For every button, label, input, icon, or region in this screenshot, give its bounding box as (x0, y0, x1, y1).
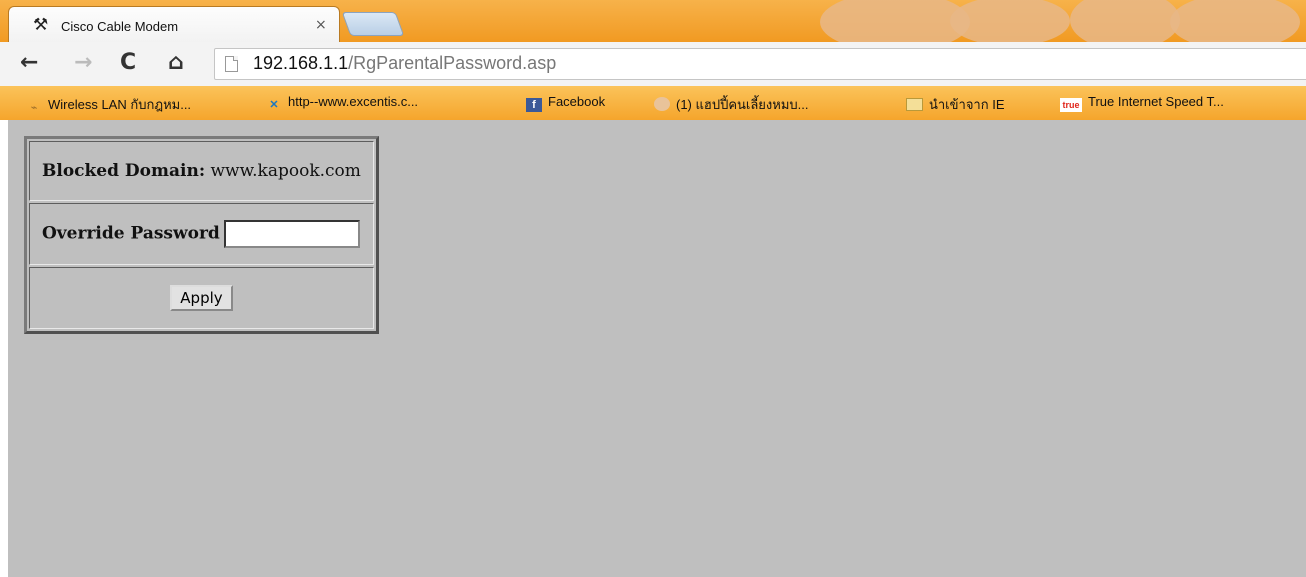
table-row: Blocked Domain: www.kapook.com (29, 141, 374, 201)
page-content: Blocked Domain: www.kapook.com Override … (8, 120, 1306, 577)
bookmark-label: Wireless LAN กับกฎหม... (48, 97, 192, 112)
table-row: Override Password (29, 203, 374, 265)
override-password-cell: Override Password (29, 203, 374, 265)
blocked-domain-label: Blocked Domain: (42, 161, 206, 181)
theme-decoration (1070, 0, 1180, 42)
apply-button[interactable]: Apply (170, 285, 233, 311)
blocked-domain-cell: Blocked Domain: www.kapook.com (29, 141, 374, 201)
override-form: Blocked Domain: www.kapook.com Override … (24, 136, 379, 334)
bookmark-label: Facebook (548, 94, 606, 109)
address-bar[interactable]: 192.168.1.1/RgParentalPassword.asp (214, 48, 1306, 80)
bookmark-label: True Internet Speed T... (1088, 94, 1224, 109)
forward-button[interactable]: → (74, 50, 92, 76)
apply-cell: Apply (29, 267, 374, 329)
override-password-label: Override Password (42, 223, 220, 244)
tab-strip: ⚒ Cisco Cable Modem × (0, 0, 1306, 42)
close-tab-icon[interactable]: × (315, 17, 327, 33)
facebook-icon: f (526, 98, 542, 112)
game-icon (654, 97, 670, 111)
true-icon: true (1060, 98, 1082, 112)
reload-button[interactable]: C (120, 50, 136, 76)
bookmark-item[interactable]: ✕ http--www.excentis.c... (266, 94, 418, 112)
browser-tab-active[interactable]: ⚒ Cisco Cable Modem × (8, 6, 340, 42)
bookmark-item[interactable]: (1) แฮปปี้คนเลี้ยงหมบ... (654, 94, 809, 115)
home-button[interactable]: ⌂ (168, 50, 184, 76)
excentis-icon: ✕ (269, 99, 279, 111)
browser-toolbar: ← → C ⌂ 192.168.1.1/RgParentalPassword.a… (0, 42, 1306, 87)
back-button[interactable]: ← (20, 50, 38, 76)
override-password-input[interactable] (223, 220, 360, 248)
page-icon (225, 56, 238, 72)
bookmark-item[interactable]: f Facebook (526, 94, 605, 112)
bookmark-label: นำเข้าจาก IE (929, 97, 1005, 112)
tools-icon: ⚒ (33, 15, 49, 35)
url-path: /RgParentalPassword.asp (348, 53, 557, 73)
bookmarks-bar: ⌁ Wireless LAN กับกฎหม... ✕ http--www.exce… (0, 86, 1306, 120)
blocked-domain-value: www.kapook.com (210, 161, 361, 181)
bookmark-label: (1) แฮปปี้คนเลี้ยงหมบ... (676, 97, 809, 112)
table-row: Apply (29, 267, 374, 329)
folder-icon (906, 98, 923, 111)
bookmark-item[interactable]: นำเข้าจาก IE (906, 94, 1005, 115)
url-host: 192.168.1.1 (253, 53, 349, 73)
tab-title: Cisco Cable Modem (61, 19, 179, 34)
new-tab-button[interactable] (341, 12, 405, 36)
theme-decoration (950, 0, 1070, 42)
bookmark-item[interactable]: true True Internet Speed T... (1060, 94, 1224, 112)
bookmark-label: http--www.excentis.c... (288, 94, 419, 109)
wireless-icon: ⌁ (30, 102, 38, 114)
theme-decoration (1170, 0, 1300, 42)
theme-decoration (820, 0, 970, 42)
bookmark-item[interactable]: ⌁ Wireless LAN กับกฎหม... (26, 94, 191, 115)
url-text: 192.168.1.1/RgParentalPassword.asp (253, 53, 556, 74)
